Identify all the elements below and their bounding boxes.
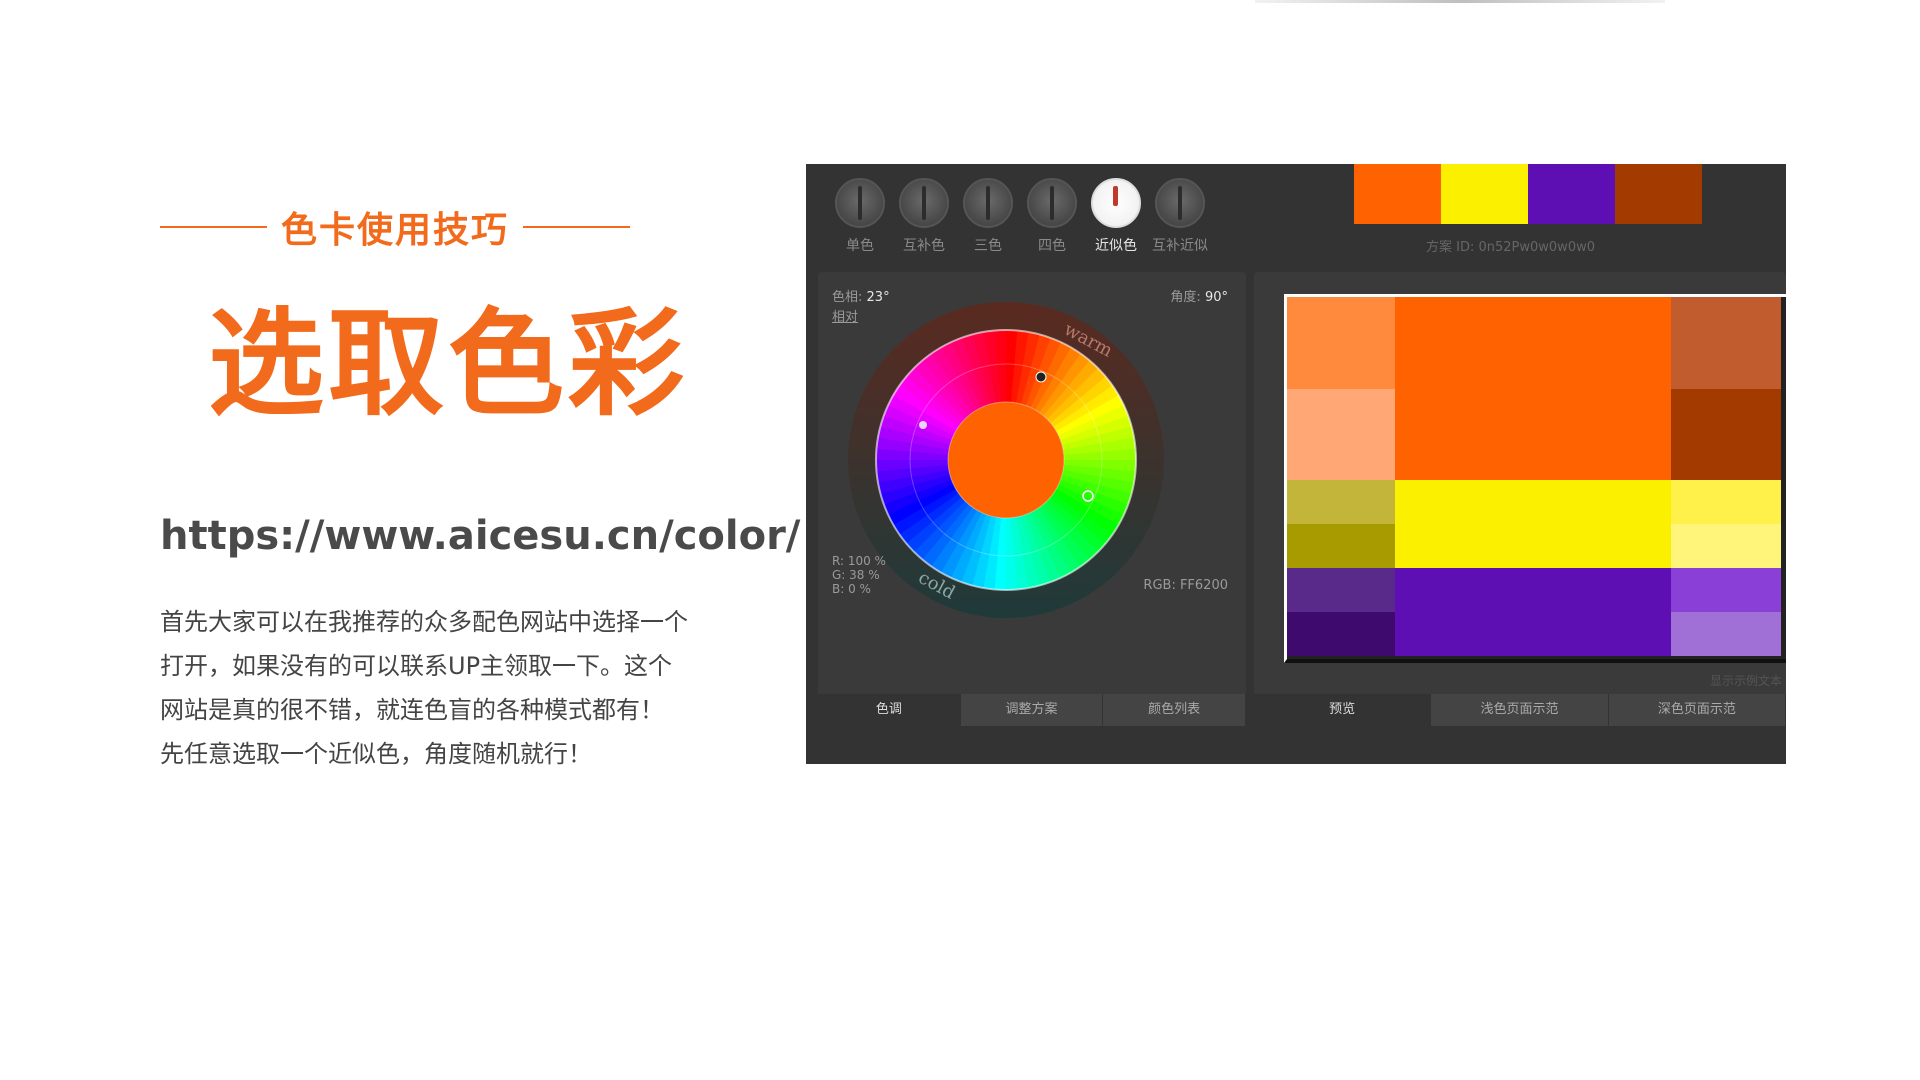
preview-cell-right (1671, 612, 1781, 656)
knob-icon (835, 178, 885, 228)
knob-icon (899, 178, 949, 228)
preview-main-block (1395, 480, 1671, 568)
top-edge-shadow (1255, 0, 1665, 3)
palette-swatch[interactable] (1441, 164, 1528, 224)
description-line: 首先大家可以在我推荐的众多配色网站中选择一个 (160, 608, 688, 636)
preview-cell-right (1671, 568, 1781, 612)
subtitle-rule-right (523, 226, 631, 228)
tab-adjust[interactable]: 调整方案 (961, 694, 1104, 726)
tab-dark-page[interactable]: 深色页面示范 (1609, 694, 1786, 726)
sample-text-hint[interactable]: 显示示例文本 (1710, 672, 1782, 689)
scheme-id: 方案 ID: 0n52Pw0w0w0w0 (1426, 240, 1595, 255)
subtitle-row: 色卡使用技巧 (160, 200, 631, 254)
knob-icon (1027, 178, 1077, 228)
main-title: 选取色彩 (208, 297, 688, 432)
rgb-percent-readout: R: 100 % G: 38 % B: 0 % (832, 554, 886, 596)
rgb-b: B: 0 % (832, 582, 871, 596)
preview-cell-left (1287, 612, 1395, 656)
preview-grid (1284, 294, 1786, 663)
preview-cell-right (1671, 297, 1781, 389)
center-color-disc (947, 401, 1065, 519)
palette-swatch[interactable] (1354, 164, 1441, 224)
preview-cell-left (1287, 568, 1395, 612)
preview-main-block (1395, 297, 1671, 480)
color-wheel[interactable]: warm cold (836, 288, 1226, 668)
preview-main-block (1395, 568, 1671, 656)
knob-icon (1091, 178, 1141, 228)
subtitle: 色卡使用技巧 (281, 210, 510, 251)
mode-label: 互补近似 (1152, 238, 1208, 254)
preview-cell-left (1287, 524, 1395, 568)
website-url: https://www.aicesu.cn/color/ (160, 513, 801, 559)
mode-triad[interactable]: 三色 (958, 178, 1018, 256)
preview-cell-right (1671, 524, 1781, 568)
preview-panel: 显示示例文本 预览 浅色页面示范 深色页面示范 (1254, 272, 1786, 726)
mode-label: 四色 (1038, 238, 1066, 254)
mode-analogic[interactable]: 近似色 (1086, 178, 1146, 256)
preview-cell-left (1287, 480, 1395, 524)
tab-hue[interactable]: 色调 (818, 694, 961, 726)
hue-handle-tertiary[interactable] (919, 421, 927, 429)
preview-cell-right (1671, 389, 1781, 480)
palette-swatch[interactable] (1528, 164, 1615, 224)
color-tool-screenshot: 单色 互补色 三色 四色 近似色 互补近似 方案 ID: 0n52Pw0w0w0… (806, 164, 1786, 764)
description-line: 先任意选取一个近似色，角度随机就行！ (160, 740, 592, 768)
rgb-hex-readout: RGB: FF6200 (1143, 578, 1228, 593)
mode-label: 三色 (974, 238, 1002, 254)
preview-cell-left (1287, 389, 1395, 480)
mode-mono[interactable]: 单色 (830, 178, 890, 256)
mode-label: 单色 (846, 238, 874, 254)
knob-icon (963, 178, 1013, 228)
color-wheel-panel: 色相: 23° 相对 角度: 90° warm cold R: 100 % G:… (818, 272, 1247, 726)
preview-tabs: 预览 浅色页面示范 深色页面示范 (1254, 694, 1786, 726)
mode-tetrad[interactable]: 四色 (1022, 178, 1082, 256)
description-line: 网站是真的很不错，就连色盲的各种模式都有！ (160, 696, 664, 724)
tab-color-list[interactable]: 颜色列表 (1103, 694, 1247, 726)
preview-cell-left (1287, 297, 1395, 389)
rgb-r: R: 100 % (832, 554, 886, 568)
palette-swatches (1354, 164, 1702, 224)
mode-complement[interactable]: 互补色 (894, 178, 954, 256)
hue-handle-primary[interactable] (1035, 371, 1047, 383)
description-line: 打开，如果没有的可以联系UP主领取一下。这个 (160, 652, 673, 680)
preview-cell-right (1671, 480, 1781, 524)
palette-swatch[interactable] (1615, 164, 1702, 224)
wheel-tabs: 色调 调整方案 颜色列表 (818, 694, 1247, 726)
rgb-g: G: 38 % (832, 568, 880, 582)
description: 首先大家可以在我推荐的众多配色网站中选择一个 打开，如果没有的可以联系UP主领取… (160, 600, 750, 776)
knob-icon (1155, 178, 1205, 228)
tab-light-page[interactable]: 浅色页面示范 (1431, 694, 1609, 726)
mode-label: 互补色 (903, 238, 945, 254)
subtitle-rule-left (160, 226, 267, 228)
mode-label: 近似色 (1095, 238, 1137, 254)
mode-analogic-complement[interactable]: 互补近似 (1150, 178, 1210, 256)
tab-preview[interactable]: 预览 (1254, 694, 1432, 726)
